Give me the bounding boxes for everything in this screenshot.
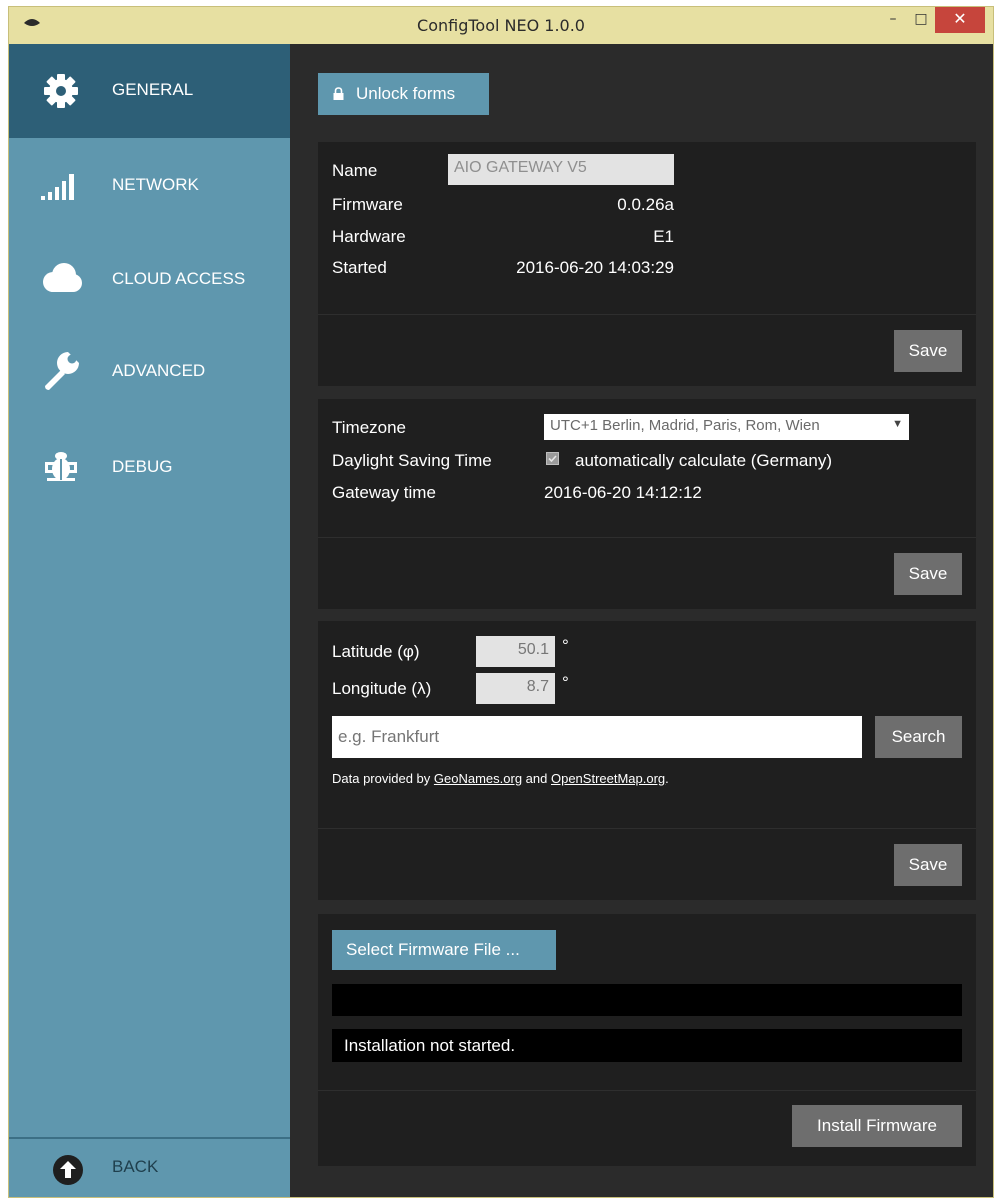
unlock-forms-button[interactable]: Unlock forms (318, 73, 489, 115)
longitude-label: Longitude (λ) (332, 679, 432, 698)
sidebar-item-label: GENERAL (112, 80, 194, 99)
panel-footer: Save (318, 828, 976, 901)
firmware-panel: Select Firmware File ... Installation no… (318, 914, 976, 1166)
data-credit: Data provided by GeoNames.org and OpenSt… (332, 771, 669, 786)
unlock-forms-label: Unlock forms (356, 84, 456, 103)
sidebar-item-debug[interactable]: DEBUG (9, 420, 290, 514)
dst-checkbox[interactable] (546, 452, 559, 465)
window-title: ConfigTool NEO 1.0.0 (417, 16, 585, 35)
timezone-label: Timezone (332, 418, 407, 437)
sidebar-item-cloud-access[interactable]: CLOUD ACCESS (9, 232, 290, 326)
geonames-link[interactable]: GeoNames.org (434, 771, 522, 786)
minimize-button[interactable]: – (879, 7, 907, 33)
name-field[interactable]: AIO GATEWAY V5 (448, 154, 674, 185)
back-label: BACK (112, 1157, 159, 1176)
device-info-panel: Name AIO GATEWAY V5 Firmware 0.0.26a Har… (318, 142, 976, 386)
openstreetmap-link[interactable]: OpenStreetMap.org (551, 771, 665, 786)
started-label: Started (332, 258, 387, 277)
degree-symbol: ° (562, 636, 569, 655)
firmware-file-path (332, 984, 962, 1016)
timezone-value: UTC+1 Berlin, Madrid, Paris, Rom, Wien (550, 417, 820, 434)
check-icon (548, 455, 557, 463)
app-window: ConfigTool NEO 1.0.0 – □ ✕ GENERAL NETWO… (8, 6, 994, 1198)
sidebar-item-advanced[interactable]: ADVANCED (9, 326, 290, 420)
gateway-time-value: 2016-06-20 14:12:12 (544, 483, 702, 502)
time-panel: Timezone UTC+1 Berlin, Madrid, Paris, Ro… (318, 399, 976, 609)
sidebar-item-network[interactable]: NETWORK (9, 138, 290, 232)
sidebar-item-general[interactable]: GENERAL (9, 44, 290, 138)
maximize-button[interactable]: □ (907, 7, 935, 33)
name-label: Name (332, 161, 378, 180)
back-button[interactable]: BACK (9, 1137, 290, 1199)
panel-footer: Save (318, 314, 976, 387)
sidebar-item-label: NETWORK (112, 175, 199, 194)
latitude-field[interactable]: 50.1 (476, 636, 555, 667)
main-content: Unlock forms Name AIO GATEWAY V5 Firmwar… (290, 44, 993, 1197)
timezone-select[interactable]: UTC+1 Berlin, Madrid, Paris, Rom, Wien ▼ (544, 414, 909, 440)
select-firmware-file-button[interactable]: Select Firmware File ... (332, 930, 556, 970)
location-panel: Latitude (φ) 50.1 ° Longitude (λ) 8.7 ° … (318, 621, 976, 900)
install-firmware-button[interactable]: Install Firmware (792, 1105, 962, 1147)
credit-text: and (522, 771, 551, 786)
title-bar: ConfigTool NEO 1.0.0 – □ ✕ (9, 7, 993, 44)
credit-text: Data provided by (332, 771, 434, 786)
latitude-label: Latitude (φ) (332, 642, 420, 661)
credit-text: . (665, 771, 669, 786)
panel-footer: Install Firmware (318, 1090, 976, 1167)
cloud-icon (43, 263, 82, 292)
installation-status: Installation not started. (332, 1029, 962, 1062)
gateway-time-label: Gateway time (332, 483, 436, 502)
save-button[interactable]: Save (894, 844, 962, 886)
dst-label: Daylight Saving Time (332, 451, 492, 470)
started-value: 2016-06-20 14:03:29 (516, 258, 674, 277)
firmware-label: Firmware (332, 195, 403, 214)
sidebar-item-label: DEBUG (112, 457, 173, 476)
close-button[interactable]: ✕ (935, 7, 985, 33)
save-button[interactable]: Save (894, 553, 962, 595)
sidebar: GENERAL NETWORK CLOUD ACCESS ADVANCED DE… (9, 44, 290, 1197)
hardware-label: Hardware (332, 227, 406, 246)
gear-icon (44, 74, 78, 108)
bug-icon (45, 452, 77, 481)
firmware-value: 0.0.26a (617, 195, 674, 214)
arrow-up-circle-icon (53, 1155, 83, 1185)
save-button[interactable]: Save (894, 330, 962, 372)
location-search-input[interactable] (332, 716, 862, 758)
hardware-value: E1 (653, 227, 674, 246)
wrench-icon (45, 352, 79, 390)
lock-icon (333, 87, 344, 100)
longitude-field[interactable]: 8.7 (476, 673, 555, 704)
sidebar-item-label: ADVANCED (112, 361, 206, 380)
sidebar-item-label: CLOUD ACCESS (112, 269, 246, 288)
degree-symbol: ° (562, 673, 569, 692)
dst-checkbox-label: automatically calculate (Germany) (575, 451, 832, 470)
dropdown-arrow-icon: ▼ (892, 418, 903, 430)
search-button[interactable]: Search (875, 716, 962, 758)
panel-footer: Save (318, 537, 976, 610)
signal-icon (41, 174, 74, 200)
